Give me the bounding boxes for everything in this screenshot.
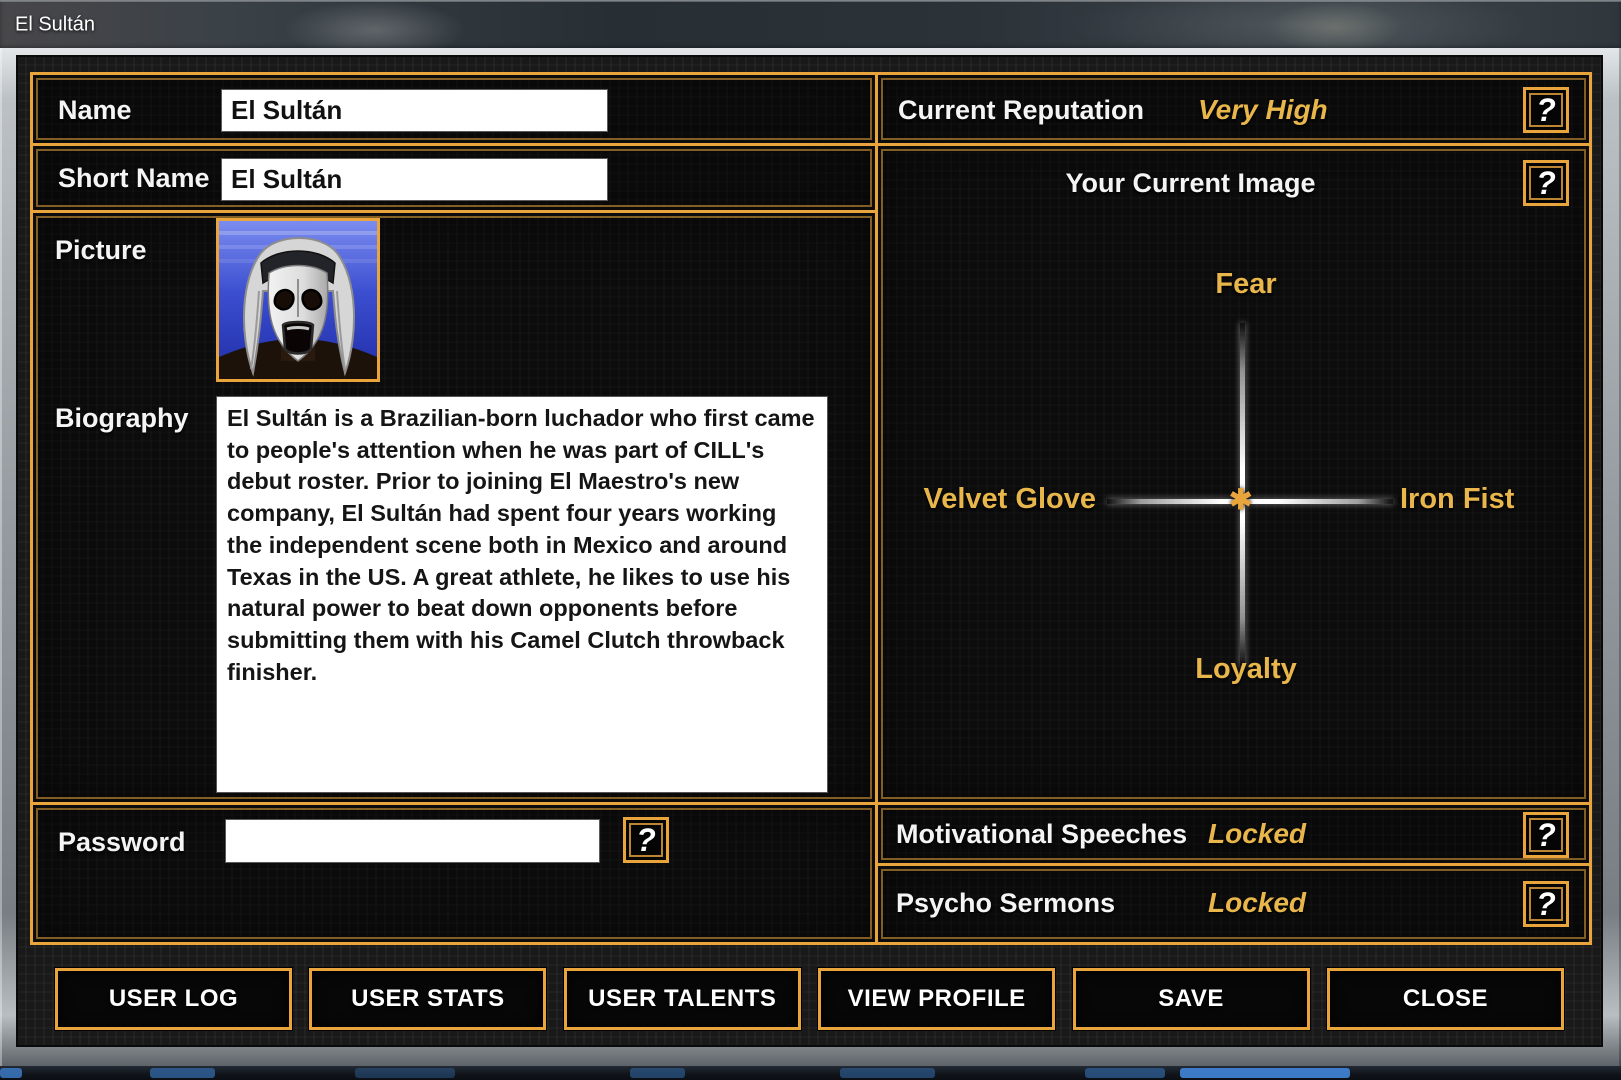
axis-label-velvet-glove: Velvet Glove <box>898 483 1096 516</box>
question-mark-icon: ? <box>1536 817 1556 854</box>
save-button[interactable]: SAVE <box>1073 968 1310 1030</box>
dialog-content: Name Short Name Picture <box>16 55 1603 1047</box>
compass-position-marker: ✱ <box>1229 486 1252 514</box>
window-titlebar[interactable]: El Sultán <box>0 0 1621 49</box>
short-name-label: Short Name <box>58 163 210 194</box>
user-log-button[interactable]: USER LOG <box>55 968 292 1030</box>
motivational-speeches-value: Locked <box>1208 818 1306 850</box>
password-input[interactable] <box>225 819 600 863</box>
psycho-sermons-panel: Psycho Sermons Locked ? <box>875 863 1592 945</box>
taskbar-item <box>0 1068 22 1078</box>
psycho-sermons-value: Locked <box>1208 887 1306 919</box>
password-help-button[interactable]: ? <box>623 817 669 863</box>
biography-label: Biography <box>55 403 189 434</box>
biography-textarea[interactable]: El Sultán is a Brazilian-born luchador w… <box>216 396 828 793</box>
picture-label: Picture <box>55 235 147 266</box>
background-taskbar-strip <box>0 1066 1621 1080</box>
window-frame: Name Short Name Picture <box>0 48 1621 1066</box>
current-image-help-button[interactable]: ? <box>1523 160 1569 206</box>
bottom-button-row: USER LOG USER STATS USER TALENTS VIEW PR… <box>55 968 1564 1030</box>
taskbar-item <box>840 1068 935 1078</box>
reputation-row-panel: Current Reputation Very High ? <box>875 72 1592 146</box>
picture-bio-panel: Picture <box>30 210 878 805</box>
reputation-help-button[interactable]: ? <box>1523 87 1569 133</box>
question-mark-icon: ? <box>1536 886 1556 923</box>
view-profile-button[interactable]: VIEW PROFILE <box>818 968 1055 1030</box>
window-title: El Sultán <box>15 14 95 37</box>
motivational-speeches-help-button[interactable]: ? <box>1523 812 1569 858</box>
psycho-sermons-label: Psycho Sermons <box>896 888 1115 919</box>
motivational-speeches-panel: Motivational Speeches Locked ? <box>875 802 1592 866</box>
current-image-title: Your Current Image <box>878 168 1503 199</box>
taskbar-item <box>1180 1068 1350 1078</box>
axis-label-loyalty: Loyalty <box>1166 653 1326 686</box>
game-window: El Sultán Name Short Name Picture <box>0 0 1621 1080</box>
taskbar-item <box>355 1068 455 1078</box>
psycho-sermons-help-button[interactable]: ? <box>1523 881 1569 927</box>
name-label: Name <box>58 95 132 126</box>
close-button[interactable]: CLOSE <box>1327 968 1564 1030</box>
axis-label-iron-fist: Iron Fist <box>1400 483 1514 516</box>
question-mark-icon: ? <box>1536 165 1556 202</box>
motivational-speeches-label: Motivational Speeches <box>896 819 1187 850</box>
short-name-input[interactable] <box>221 158 608 201</box>
user-stats-button[interactable]: USER STATS <box>309 968 546 1030</box>
reputation-label: Current Reputation <box>898 95 1144 126</box>
reputation-value: Very High <box>1198 94 1328 126</box>
axis-label-fear: Fear <box>1166 268 1326 301</box>
short-name-row-panel: Short Name <box>30 143 878 213</box>
user-talents-button[interactable]: USER TALENTS <box>564 968 801 1030</box>
luchador-portrait-image <box>219 221 377 379</box>
question-mark-icon: ? <box>636 822 656 859</box>
taskbar-item <box>1085 1068 1165 1078</box>
name-input[interactable] <box>221 89 608 132</box>
password-row-panel: Password ? <box>30 802 878 945</box>
name-row-panel: Name <box>30 72 878 146</box>
picture-box[interactable] <box>216 218 380 382</box>
question-mark-icon: ? <box>1536 92 1556 129</box>
password-label: Password <box>58 827 186 858</box>
taskbar-item <box>150 1068 215 1078</box>
current-image-panel: Your Current Image ? Fear Loyalty Velvet… <box>875 143 1592 805</box>
taskbar-item <box>630 1068 685 1078</box>
